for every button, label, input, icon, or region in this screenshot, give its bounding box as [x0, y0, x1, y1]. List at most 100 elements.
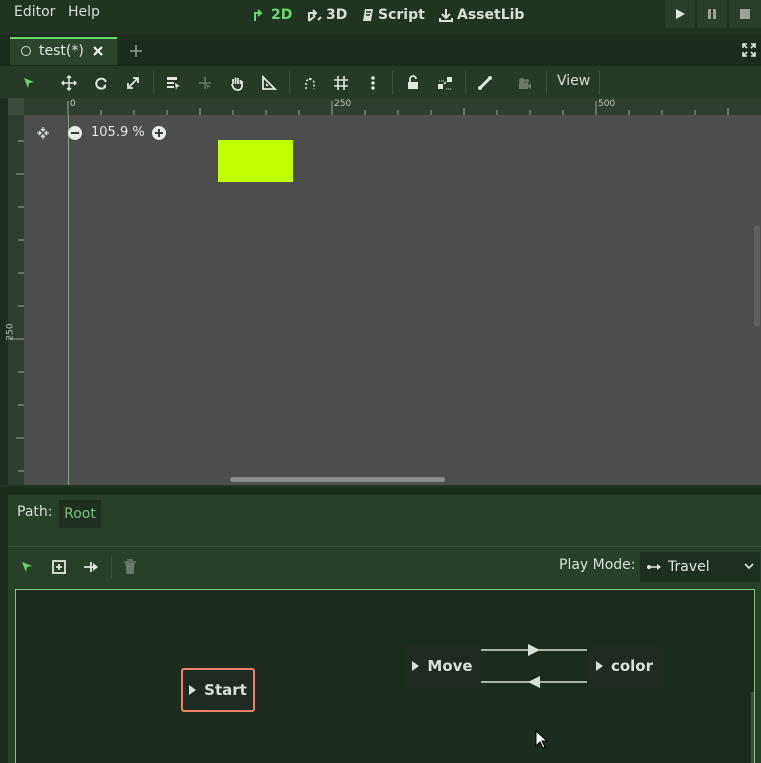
rotate-icon — [95, 77, 107, 90]
2d-icon — [254, 9, 263, 21]
move-icon — [61, 75, 77, 91]
snap-options-button[interactable] — [362, 72, 384, 94]
lock-button[interactable] — [402, 72, 424, 94]
ruler-corner — [8, 98, 24, 115]
zoom-out-icon[interactable] — [67, 125, 83, 141]
add-tab-icon[interactable] — [128, 43, 144, 59]
select-arrow-icon — [24, 78, 34, 88]
move-mode-button[interactable] — [58, 72, 80, 94]
workspace-3d-label: 3D — [326, 7, 348, 23]
travel-icon — [647, 564, 661, 570]
pivot-button[interactable] — [194, 72, 216, 94]
ruler-label: 250 — [334, 99, 352, 109]
list-select-button[interactable] — [162, 72, 184, 94]
center-view-icon[interactable] — [36, 126, 50, 140]
horizontal-scrollbar[interactable] — [230, 477, 445, 482]
vertical-ruler: 250 — [5, 115, 24, 485]
horizontal-ruler: 0 250 500 — [24, 98, 761, 115]
path-label: Path: — [17, 504, 53, 520]
play-mode-value: Travel — [668, 559, 710, 575]
stop-icon — [740, 9, 750, 19]
state-node-label: Start — [204, 681, 247, 699]
vertical-ruler-ticks — [8, 140, 24, 472]
hand-icon — [231, 77, 243, 91]
scene-tab-label: test(*) — [39, 43, 84, 59]
zoom-in-icon[interactable] — [151, 125, 167, 141]
smart-snap-button[interactable] — [299, 72, 321, 94]
pause-button[interactable] — [697, 0, 727, 28]
chevron-down-icon — [744, 563, 754, 570]
workspace-2d-label: 2D — [271, 7, 293, 23]
left-dock-strip — [0, 495, 8, 763]
canvas-viewport[interactable]: 105.9 % — [24, 115, 761, 485]
color-rect-node[interactable] — [218, 140, 293, 182]
grid-snap-button[interactable] — [330, 72, 352, 94]
toolbar-separator — [111, 556, 112, 578]
3d-icon — [308, 9, 322, 22]
lock-icon — [408, 75, 418, 89]
zoom-reset-button[interactable]: 105.9 % — [91, 125, 145, 140]
workspace-assetlib-label: AssetLib — [457, 7, 525, 23]
bone-icon — [478, 76, 492, 90]
mouse-cursor-icon — [535, 730, 549, 749]
toolbar-separator — [153, 71, 154, 95]
play-button[interactable] — [665, 0, 695, 28]
menu-editor[interactable]: Editor — [14, 4, 55, 20]
panel-separator — [8, 546, 761, 547]
workspace-script-button[interactable]: Script — [361, 5, 425, 25]
left-dock-strip — [0, 98, 8, 485]
transition-arrows[interactable] — [481, 642, 587, 690]
vertical-scrollbar[interactable] — [754, 225, 760, 327]
rotate-mode-button[interactable] — [90, 72, 112, 94]
scale-mode-button[interactable] — [122, 72, 144, 94]
play-mode-label: Play Mode: — [559, 557, 636, 573]
select-mode-button[interactable] — [18, 72, 40, 94]
scene-tab[interactable]: test(*) — [10, 37, 117, 65]
group-button[interactable] — [434, 72, 456, 94]
panel-splitter[interactable] — [0, 487, 761, 495]
state-node-color[interactable]: color — [587, 644, 662, 688]
toolbar-separator — [289, 71, 290, 95]
toolbar-separator — [599, 71, 600, 95]
ruler-label: 500 — [598, 99, 616, 109]
list-select-icon — [167, 77, 180, 90]
pan-mode-button[interactable] — [226, 72, 248, 94]
camera-icon — [519, 78, 531, 89]
delete-icon[interactable] — [123, 559, 137, 575]
ruler-label: 0 — [70, 99, 76, 109]
state-node-start[interactable]: Start — [181, 668, 255, 712]
camera-button[interactable] — [513, 72, 535, 94]
workspace-3d-button[interactable]: 3D — [307, 5, 347, 25]
pivot-icon — [199, 77, 211, 90]
play-triangle-icon — [595, 661, 603, 671]
graph-scrollbar[interactable] — [751, 692, 754, 763]
connect-nodes-icon[interactable] — [83, 559, 99, 575]
select-transition-icon[interactable] — [20, 560, 34, 574]
workspace-2d-button[interactable]: 2D — [252, 5, 292, 25]
play-mode-select[interactable]: Travel — [640, 552, 760, 582]
toolbar-separator — [392, 71, 393, 95]
path-root-button[interactable]: Root — [59, 500, 101, 528]
menu-help[interactable]: Help — [68, 4, 100, 20]
toolbar-separator — [465, 71, 466, 95]
more-vertical-icon — [371, 76, 375, 90]
workspace-assetlib-button[interactable]: AssetLib — [438, 5, 524, 25]
stop-button[interactable] — [729, 0, 761, 28]
close-icon[interactable] — [92, 45, 104, 57]
state-node-label: Move — [427, 657, 473, 675]
distraction-free-icon[interactable] — [741, 42, 757, 58]
pause-icon — [708, 9, 716, 19]
play-triangle-icon — [412, 661, 420, 671]
play-triangle-icon — [189, 685, 197, 695]
ruler-mode-button[interactable] — [258, 72, 280, 94]
origin-axis-line — [68, 115, 69, 485]
state-machine-graph[interactable]: Start Move color — [15, 589, 755, 763]
ruler-label: 250 — [5, 323, 16, 341]
skeleton-button[interactable] — [474, 72, 496, 94]
script-icon — [363, 9, 373, 21]
play-icon — [676, 9, 685, 19]
view-menu-button[interactable]: View — [557, 73, 590, 89]
scale-icon — [127, 77, 139, 89]
state-node-move[interactable]: Move — [404, 644, 481, 688]
create-node-icon[interactable] — [51, 559, 67, 575]
